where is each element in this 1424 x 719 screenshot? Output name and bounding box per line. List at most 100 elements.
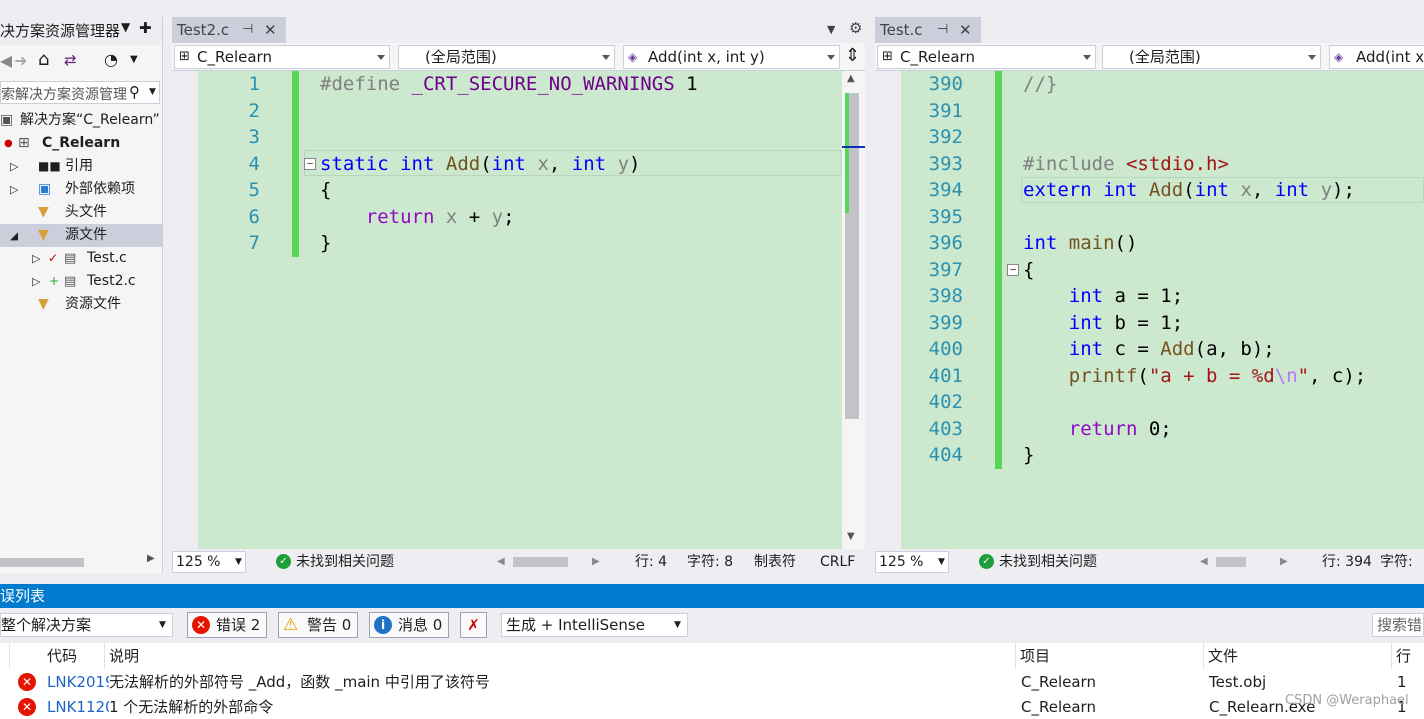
home-icon[interactable]: ⌂ [38,49,49,70]
messages-filter-button[interactable]: i 消息 0 [369,612,450,638]
tab-test-c[interactable]: Test.c ⊣ ✕ [875,17,981,43]
scope-combo[interactable]: (全局范围) [398,45,615,69]
history-icon[interactable]: ◔ [104,50,118,69]
clear-filter-button[interactable]: ✗ [460,612,487,638]
issues-status[interactable]: 未找到相关问题 [296,551,394,573]
scroll-right-icon[interactable]: ▶ [592,551,600,573]
zoom-combo[interactable]: 125 % ▼ [172,551,246,573]
line-number: 391 [928,99,963,122]
tab-test2-c[interactable]: Test2.c ⊣ ✕ [172,17,286,43]
column-header-description[interactable]: 说明 [105,643,1016,669]
tree-item-resources[interactable]: ▼ 资源文件 [0,293,162,316]
member-combo[interactable]: ◈ Add(int x, int y) [623,45,840,69]
code-line: printf("a + b = %d\n", c); [1068,364,1367,387]
watermark: CSDN @Weraphael [1285,693,1409,708]
collapse-icon[interactable]: − [1007,264,1019,276]
chevron-down-icon[interactable]: ▼ [149,87,156,97]
tree-item-solution[interactable]: ▣ 解决方案“C_Relearn” [0,109,162,132]
line-number: 398 [928,285,963,307]
dropdown-icon[interactable]: ▼ [121,20,130,34]
table-row[interactable]: ✕ LNK2019 无法解析的外部符号 _Add，函数 _main 中引用了该符… [0,670,1424,695]
close-icon[interactable]: ✕ [264,17,277,43]
tree-item-test-c[interactable]: ▷ ✓ ▤ Test.c [0,247,162,270]
horizontal-scrollbar[interactable]: ▶ [0,553,162,571]
tree-item-headers[interactable]: ▼ 头文件 [0,201,162,224]
split-icon[interactable]: ⇕ [845,45,860,66]
line-number: 403 [928,417,963,440]
collapse-icon[interactable]: ◢ [10,224,18,247]
eol-indicator[interactable]: CRLF [820,551,855,573]
zoom-combo[interactable]: 125 % ▼ [875,551,949,573]
scroll-right-icon[interactable]: ▶ [147,553,155,564]
h-scrollbar-thumb[interactable] [513,557,568,567]
pin-icon[interactable]: ⊣ [937,17,948,43]
table-row[interactable]: ✕ LNK1120 1 个无法解析的外部命令 C_Relearn C_Relea… [0,695,1424,719]
solution-search-input[interactable]: 索解决方案资源管理 [1,84,127,103]
expand-icon[interactable]: ▷ [32,247,40,270]
member-combo[interactable]: ◈ Add(int x, [1329,45,1424,69]
expand-icon[interactable]: ▷ [10,178,18,201]
tree-item-test2-c[interactable]: ▷ + ▤ Test2.c [0,270,162,293]
column-header-code[interactable]: 代码 [43,643,105,669]
tree-item-label: 外部依赖项 [65,181,135,197]
scroll-right-icon[interactable]: ▶ [1280,551,1288,573]
error-search-input[interactable]: 搜索错 [1372,613,1424,637]
code-line: } [1023,444,1035,466]
gear-icon[interactable]: ⚙ [849,19,862,37]
sync-icon[interactable]: ⇄ [64,51,77,69]
collapse-icon[interactable]: − [304,158,316,170]
tabs-indicator[interactable]: 制表符 [754,551,796,573]
errors-filter-button[interactable]: ✕ 错误 2 [187,612,268,638]
expand-icon[interactable]: ▷ [10,155,18,178]
column-header-file[interactable]: 文件 [1204,643,1392,669]
error-list-header: 误列表 [0,584,1424,608]
scope-combo[interactable]: (全局范围) [1102,45,1321,69]
tree-item-external-deps[interactable]: ▷ ▣ 外部依赖项 [0,178,162,201]
chevron-down-icon [377,55,385,60]
scroll-up-icon[interactable]: ▲ [847,73,855,84]
column-header-icon[interactable] [0,643,10,669]
project-icon: ⊞ [179,49,190,64]
scroll-left-icon[interactable]: ◀ [1200,551,1208,573]
back-icon[interactable]: ◀ [0,51,12,70]
member-combo-value: Add(int x, int y) [648,48,765,66]
solution-search[interactable]: 索解决方案资源管理 ⚲ ▼ [0,81,160,104]
code-line: return 0; [1068,417,1172,440]
h-scrollbar-thumb[interactable] [1216,557,1246,567]
chevron-down-icon [1083,55,1091,60]
line-number: 400 [928,338,963,360]
vertical-scrollbar[interactable]: ▲ ▼ [842,71,865,549]
warnings-filter-button[interactable]: ⚠ 警告 0 [278,612,359,638]
build-filter-combo[interactable]: 生成 + IntelliSense ▼ [501,613,688,637]
error-code-link[interactable]: LNK2019 [47,670,109,695]
chevron-down-icon[interactable]: ▼ [130,54,138,65]
pin-icon[interactable]: ✚ [139,19,152,37]
error-code-link[interactable]: LNK1120 [47,695,109,719]
c-file-icon: ▤ [64,274,77,289]
project-combo[interactable]: ⊞ C_Relearn [877,45,1096,69]
scrollbar-thumb[interactable] [0,558,84,567]
check-circle-icon: ✓ [276,554,291,569]
project-combo[interactable]: ⊞ C_Relearn [174,45,390,69]
code-area[interactable]: 390 391 392 393 394 395 396 397 398 399 … [875,71,1424,549]
code-line: { [320,179,332,201]
scroll-left-icon[interactable]: ◀ [497,551,505,573]
tree-item-references[interactable]: ▷ ■■ 引用 [0,155,162,178]
close-icon[interactable]: ✕ [959,17,972,43]
tree-item-sources[interactable]: ◢ ▼ 源文件 [0,224,162,247]
scroll-down-icon[interactable]: ▼ [847,531,855,542]
code-area[interactable]: 1 2 3 4 5 6 7 − #define _CRT_SECURE_NO_W… [172,71,842,549]
search-icon[interactable]: ⚲ [129,83,140,101]
issues-status[interactable]: 未找到相关问题 [999,551,1097,573]
pin-icon[interactable]: ⊣ [242,17,253,43]
column-header-line[interactable]: 行 [1392,643,1424,669]
forward-icon[interactable]: ➜ [14,51,27,70]
tree-item-project[interactable]: ● ⊞ C_Relearn [0,132,162,155]
expand-icon[interactable]: ▷ [32,270,40,293]
scope-filter-combo[interactable]: 整个解决方案 ▼ [0,613,173,637]
scope-combo-value: (全局范围) [425,48,497,66]
column-header-project[interactable]: 项目 [1016,643,1204,669]
chevron-down-icon[interactable]: ▼ [827,23,835,36]
change-bar [292,71,299,257]
errors-filter-label: 错误 2 [216,616,261,634]
